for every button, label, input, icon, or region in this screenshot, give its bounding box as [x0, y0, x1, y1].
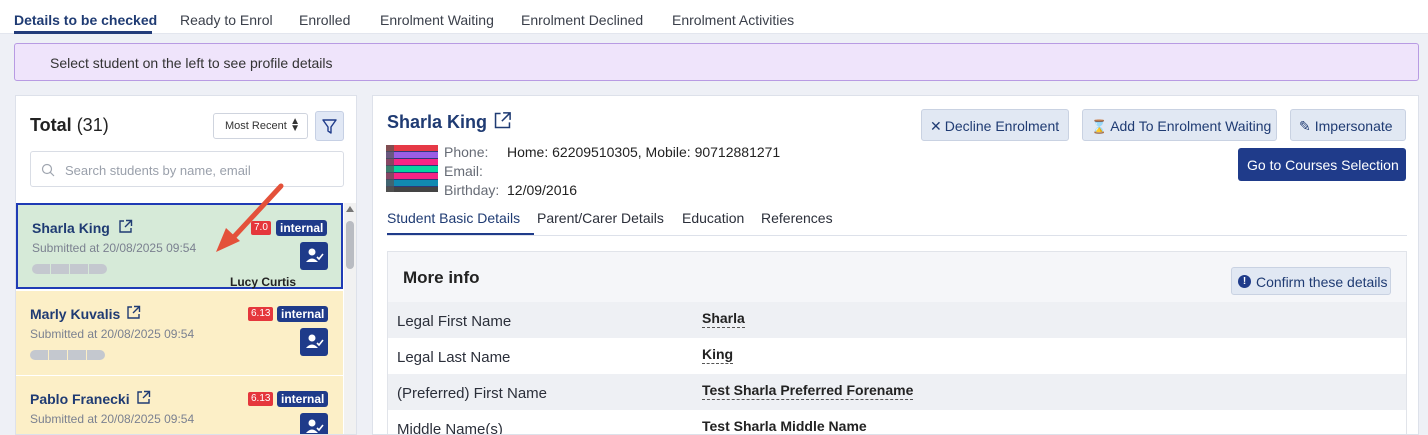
- annotation-arrow-icon: [216, 183, 284, 252]
- external-link-icon[interactable]: [136, 390, 151, 405]
- student-card-marly-kuvalis[interactable]: Marly Kuvalis Submitted at 20/08/2025 09…: [16, 291, 343, 375]
- student-list-panel: Total (31) Most Recent ▲ ▼ Search student…: [15, 95, 357, 435]
- search-icon: [41, 163, 55, 177]
- profile-panel: Sharla King Phone: Home: 62209510305, Mo…: [372, 95, 1419, 435]
- tab-details-to-be-checked[interactable]: Details to be checked: [14, 12, 157, 28]
- tab-enrolment-waiting[interactable]: Enrolment Waiting: [380, 12, 494, 28]
- external-link-icon[interactable]: [493, 111, 512, 130]
- go-to-courses-selection-button[interactable]: Go to Courses Selection: [1238, 148, 1406, 181]
- scroll-thumb[interactable]: [346, 221, 354, 269]
- add-to-enrolment-waiting-button[interactable]: ⌛ Add To Enrolment Waiting: [1082, 109, 1277, 141]
- assign-user-button[interactable]: [300, 413, 328, 434]
- internal-badge: internal: [277, 391, 329, 407]
- list-scrollbar[interactable]: [344, 203, 356, 434]
- assign-user-button[interactable]: [300, 242, 328, 270]
- student-name[interactable]: Pablo Franecki: [30, 391, 130, 407]
- decline-enrolment-button[interactable]: ✕ Decline Enrolment: [921, 109, 1069, 141]
- impersonate-label: Impersonate: [1314, 118, 1393, 134]
- internal-badge: internal: [277, 306, 329, 322]
- user-check-icon: [306, 419, 324, 433]
- student-name[interactable]: Marly Kuvalis: [30, 306, 120, 322]
- profile-photo: [386, 145, 438, 192]
- field-value[interactable]: Sharla: [702, 310, 745, 328]
- email-label: Email:: [444, 163, 483, 179]
- sort-select[interactable]: Most Recent ▲ ▼: [213, 113, 308, 139]
- more-info-title: More info: [403, 268, 480, 287]
- submitted-date: Submitted at 20/08/2025 09:54: [32, 241, 197, 255]
- phone-label: Phone:: [444, 144, 489, 160]
- field-label: Legal First Name: [397, 313, 512, 330]
- total-count: Total (31): [30, 115, 109, 136]
- progress-pills: [32, 261, 108, 277]
- more-info-section: More info ! Confirm these details Legal …: [387, 251, 1407, 435]
- submitted-date: Submitted at 20/08/2025 09:54: [30, 327, 195, 341]
- info-banner: Select student on the left to see profil…: [14, 43, 1419, 81]
- field-row: Legal First Name Sharla: [388, 302, 1406, 338]
- filter-icon: [322, 119, 337, 134]
- total-number: (31): [76, 115, 109, 135]
- hourglass-icon: ⌛: [1091, 119, 1108, 134]
- search-placeholder: Search students by name, email: [65, 163, 251, 178]
- user-check-icon: [306, 248, 324, 262]
- field-row: Legal Last Name King: [388, 338, 1406, 374]
- field-value[interactable]: King: [702, 346, 734, 364]
- close-icon: ✕: [930, 118, 942, 134]
- sub-tabs-divider: [387, 235, 1407, 236]
- pencil-icon: ✎: [1299, 118, 1311, 134]
- tab-references[interactable]: References: [761, 210, 833, 226]
- field-row: (Preferred) First Name Test Sharla Prefe…: [388, 374, 1406, 410]
- phone-value: Home: 62209510305, Mobile: 90712881271: [507, 144, 781, 160]
- confirm-label: Confirm these details: [1256, 274, 1388, 290]
- field-value[interactable]: Test Sharla Preferred Forename: [702, 382, 914, 400]
- search-input[interactable]: Search students by name, email: [30, 151, 344, 187]
- total-label: Total: [30, 115, 72, 135]
- student-card-pablo-franecki[interactable]: Pablo Franecki Submitted at 20/08/2025 0…: [16, 376, 343, 434]
- filter-button[interactable]: [315, 111, 344, 141]
- tab-ready-to-enrol[interactable]: Ready to Enrol: [180, 12, 273, 28]
- student-name[interactable]: Sharla King: [32, 220, 110, 236]
- sort-label: Most Recent: [225, 120, 287, 132]
- tab-enrolment-declined[interactable]: Enrolment Declined: [521, 12, 643, 28]
- active-tab-indicator: [14, 31, 152, 34]
- tab-enrolled[interactable]: Enrolled: [299, 12, 350, 28]
- tab-parent-carer-details[interactable]: Parent/Carer Details: [537, 210, 664, 226]
- field-label: Legal Last Name: [397, 349, 511, 366]
- waiting-label: Add To Enrolment Waiting: [1110, 118, 1272, 134]
- assign-user-button[interactable]: [300, 328, 328, 356]
- field-label: (Preferred) First Name: [397, 385, 548, 402]
- birthday-value: 12/09/2016: [507, 182, 578, 198]
- confirm-details-button[interactable]: ! Confirm these details: [1231, 267, 1391, 295]
- field-value[interactable]: Test Sharla Middle Name: [702, 418, 867, 434]
- active-sub-tab-indicator: [387, 233, 534, 235]
- score-badge: 6.13: [248, 307, 274, 321]
- user-check-icon: [306, 334, 324, 348]
- scroll-up-arrow-icon[interactable]: [346, 206, 354, 212]
- external-link-icon[interactable]: [126, 305, 141, 320]
- tab-education[interactable]: Education: [682, 210, 744, 226]
- sort-arrows-icon: ▲ ▼: [290, 116, 300, 134]
- birthday-label: Birthday:: [444, 182, 500, 198]
- field-label: Middle Name(s): [397, 421, 503, 435]
- submitted-date: Submitted at 20/08/2025 09:54: [30, 412, 195, 426]
- tab-enrolment-activities[interactable]: Enrolment Activities: [672, 12, 794, 28]
- tab-student-basic-details[interactable]: Student Basic Details: [387, 210, 520, 226]
- info-icon: !: [1238, 275, 1251, 288]
- profile-name: Sharla King: [387, 112, 488, 132]
- progress-pills: [30, 347, 106, 363]
- assignee-name: Lucy Curtis: [230, 275, 297, 289]
- decline-label: Decline Enrolment: [944, 118, 1060, 134]
- top-tabs: Details to be checked Ready to Enrol Enr…: [0, 0, 1428, 34]
- field-row: Middle Name(s) Test Sharla Middle Name: [388, 410, 1406, 435]
- external-link-icon[interactable]: [118, 219, 133, 234]
- impersonate-button[interactable]: ✎ Impersonate: [1290, 109, 1406, 141]
- score-badge: 6.13: [248, 392, 274, 406]
